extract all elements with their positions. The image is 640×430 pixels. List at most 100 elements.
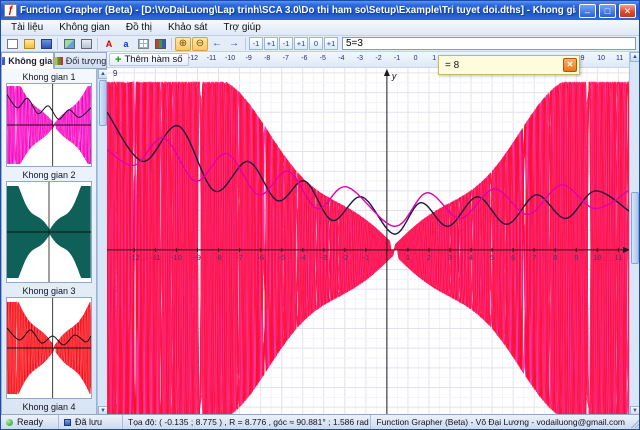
tab-doi-tuong[interactable]: Đối tượng xyxy=(54,52,107,69)
grid-toggle-button[interactable] xyxy=(135,37,151,51)
app-window: ƒ Function Grapher (Beta) - [D:\VoDaiLuo… xyxy=(0,0,640,430)
grid-toggle-icon xyxy=(138,39,149,49)
add-function-label: Thêm hàm số xyxy=(124,54,182,65)
sidebar-scrollbar[interactable]: ▲ ▼ xyxy=(97,69,107,416)
ruler-mark: 11 xyxy=(616,55,623,62)
space-caption-1: Khong gian 1 xyxy=(2,71,96,83)
close-button[interactable]: ✕ xyxy=(619,4,636,18)
space-thumbnail-3[interactable] xyxy=(6,297,92,399)
sidebar: Không gian Đối tượng Khong gian 1Khong g… xyxy=(1,52,107,416)
svg-text:6: 6 xyxy=(511,253,515,262)
scroll-up-button[interactable]: ▲ xyxy=(630,52,640,62)
nudge-button-2[interactable]: -1 xyxy=(279,37,293,50)
svg-text:2: 2 xyxy=(427,253,431,262)
toolbar-separator xyxy=(171,38,172,50)
space-preview-1 xyxy=(7,84,91,166)
tab-khong-gian[interactable]: Không gian xyxy=(1,52,54,69)
coordinates-readout: Tọa độ: ( -0.135 ; 8.775 ) , R = 8.776 ,… xyxy=(123,415,371,429)
ruler-mark: -9 xyxy=(246,55,252,62)
plus-icon: + xyxy=(115,55,121,65)
function-plot: -8-7-6-5-4-3-2-10123456789y-12-11-10-9-8… xyxy=(107,68,629,416)
new-button[interactable] xyxy=(4,37,20,51)
formula-tooltip: = 8 ✕ xyxy=(438,55,580,75)
svg-text:9: 9 xyxy=(113,69,118,78)
menu-item-1[interactable]: Không gian xyxy=(51,21,118,34)
font-increase-button[interactable]: A xyxy=(101,37,117,51)
ruler-mark: -10 xyxy=(225,55,235,62)
ruler-mark: -4 xyxy=(338,55,344,62)
space-thumbnail-1[interactable] xyxy=(6,83,92,167)
pan-left-button[interactable]: ← xyxy=(209,37,225,51)
menu-item-4[interactable]: Trợ giúp xyxy=(215,21,268,34)
nudge-button-4[interactable]: 0 xyxy=(309,37,323,50)
pan-right-button[interactable]: → xyxy=(226,37,242,51)
nudge-button-5[interactable]: +1 xyxy=(324,37,338,50)
svg-text:3: 3 xyxy=(448,253,452,262)
zoom-out-button[interactable]: ⊖ xyxy=(192,37,208,51)
svg-text:10: 10 xyxy=(593,253,601,262)
nudge-button-0[interactable]: -1 xyxy=(249,37,263,50)
ruler-mark: -11 xyxy=(207,55,217,62)
ruler-mark: -7 xyxy=(283,55,289,62)
save-button[interactable] xyxy=(38,37,54,51)
menu-item-0[interactable]: Tài liệu xyxy=(3,21,51,34)
space-thumbnail-2[interactable] xyxy=(6,181,92,283)
menu-item-3[interactable]: Khảo sát xyxy=(160,21,215,34)
minimize-button[interactable]: _ xyxy=(579,4,596,18)
color-palette-button[interactable] xyxy=(152,37,168,51)
toolbar-nudges: -1+1-1+10+1 xyxy=(249,37,338,50)
ruler-mark: -5 xyxy=(320,55,326,62)
svg-text:11: 11 xyxy=(614,253,622,262)
space-caption-3: Khong gian 3 xyxy=(2,285,96,297)
space-caption-4: Khong gian 4 xyxy=(2,401,96,413)
font-decrease-button[interactable]: a xyxy=(118,37,134,51)
status-saved: Đã lưu xyxy=(59,415,123,429)
svg-text:9: 9 xyxy=(574,253,578,262)
svg-text:7: 7 xyxy=(532,253,536,262)
space-caption-2: Khong gian 2 xyxy=(2,169,96,181)
svg-text:-11: -11 xyxy=(150,253,160,262)
ruler-mark: -6 xyxy=(301,55,307,62)
space-list: Khong gian 1 Khong gian 2 Khong gian 3 Khon… xyxy=(1,69,97,416)
ruler-mark: -1 xyxy=(394,55,400,62)
svg-text:1: 1 xyxy=(406,253,410,262)
ready-label: Ready xyxy=(17,417,43,427)
saved-icon xyxy=(64,419,71,426)
menu-bar: Tài liệuKhông gianĐồ thịKhảo sátTrợ giúp xyxy=(1,20,639,36)
export-image-icon xyxy=(64,39,75,49)
sidebar-tabs: Không gian Đối tượng xyxy=(1,52,107,69)
menu-item-2[interactable]: Đồ thị xyxy=(118,21,160,34)
save-icon xyxy=(41,39,52,49)
ruler-mark: 9 xyxy=(581,55,585,62)
zoom-in-button[interactable]: ⊕ xyxy=(175,37,191,51)
resize-grip[interactable] xyxy=(629,417,640,428)
tooltip-close-button[interactable]: ✕ xyxy=(563,58,577,72)
export-image-button[interactable] xyxy=(61,37,77,51)
toolbar-separator xyxy=(97,38,98,50)
window-title: Function Grapher (Beta) - [D:\VoDaiLuong… xyxy=(20,5,576,16)
svg-text:4: 4 xyxy=(469,253,473,262)
nudge-button-1[interactable]: +1 xyxy=(264,37,278,50)
toolbar-icons: Aa ⊕⊖←→ xyxy=(4,37,248,51)
plot-scrollbar[interactable]: ▲ ▼ xyxy=(629,52,639,416)
ruler-mark: 0 xyxy=(414,55,418,62)
scroll-thumb[interactable] xyxy=(631,192,639,264)
toolbar: Aa⊕⊖←→ -1+1-1+10+1 xyxy=(1,36,639,52)
tab-label: Đối tượng xyxy=(66,56,106,66)
add-function-button[interactable]: + Thêm hàm số xyxy=(109,53,189,66)
maximize-button[interactable]: □ xyxy=(599,4,616,18)
scroll-thumb[interactable] xyxy=(99,80,107,126)
plot-canvas[interactable]: -8-7-6-5-4-3-2-10123456789y-12-11-10-9-8… xyxy=(107,68,629,416)
ruler-mark: -12 xyxy=(188,55,198,62)
credit-text: Function Grapher (Beta) - Võ Đại Lương -… xyxy=(371,415,640,429)
svg-text:-7: -7 xyxy=(236,253,243,262)
nudge-button-3[interactable]: +1 xyxy=(294,37,308,50)
ruler-mark: -3 xyxy=(357,55,363,62)
svg-text:-1: -1 xyxy=(363,253,370,262)
svg-text:5: 5 xyxy=(490,253,494,262)
formula-input[interactable] xyxy=(342,37,636,50)
svg-text:-10: -10 xyxy=(171,253,182,262)
print-button[interactable] xyxy=(78,37,94,51)
open-button[interactable] xyxy=(21,37,37,51)
ruler-mark: 1 xyxy=(432,55,436,62)
